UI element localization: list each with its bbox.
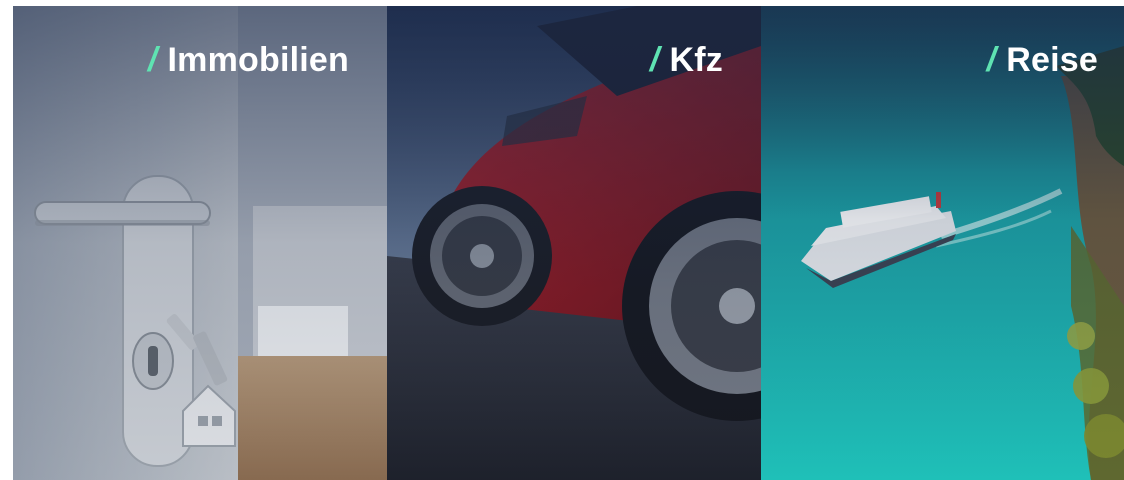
accent-slash: / [986, 41, 997, 79]
insurance-category-teasers: / Immobilien / Kfz / Reise [0, 0, 1124, 480]
category-title-immobilien: / Immobilien [148, 40, 349, 80]
category-tile-reise[interactable]: / Reise [761, 6, 1124, 480]
category-title-reise: / Reise [987, 40, 1098, 80]
category-label: Reise [1006, 41, 1098, 79]
category-tile-kfz[interactable]: / Kfz [387, 6, 761, 480]
accent-slash: / [649, 41, 660, 79]
category-title-kfz: / Kfz [650, 40, 723, 80]
category-label: Kfz [669, 41, 723, 79]
accent-slash: / [147, 41, 158, 79]
category-tile-immobilien[interactable]: / Immobilien [13, 6, 387, 480]
category-label: Immobilien [167, 41, 349, 79]
